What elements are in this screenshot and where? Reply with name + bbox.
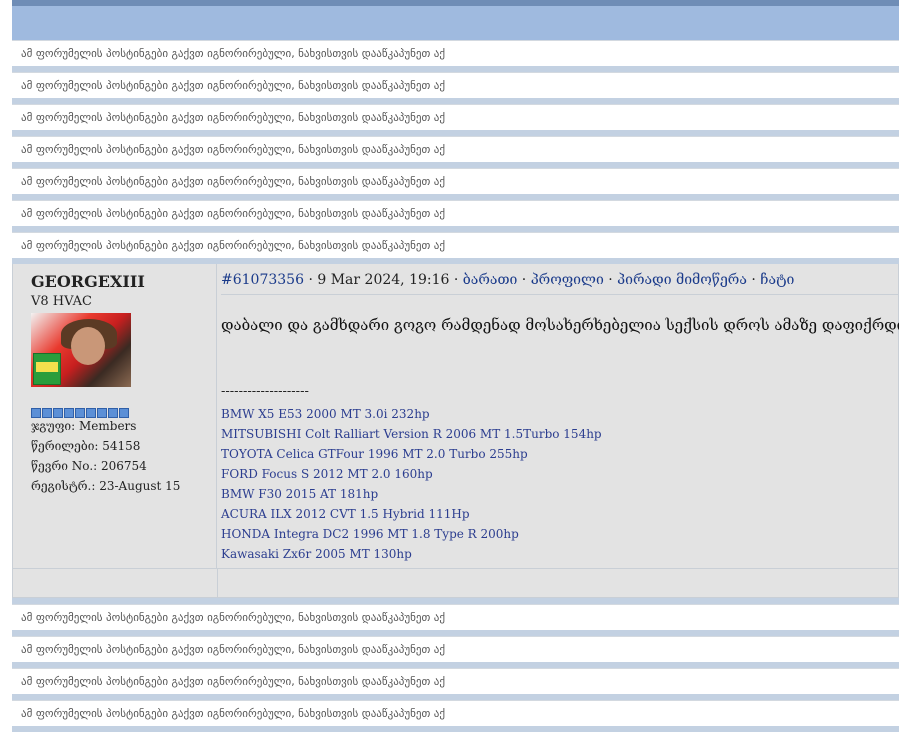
ignored-post-row[interactable]: ამ ფორუმელის პოსტინგები გაქვთ იგნორირებუ… <box>12 72 899 98</box>
post-content: #61073356 · 9 Mar 2024, 19:16 · ბარათი ·… <box>218 264 899 568</box>
ignored-post-row[interactable]: ამ ფორუმელის პოსტინგები გაქვთ იგნორირებუ… <box>12 232 899 258</box>
post-permalink[interactable]: #61073356 <box>221 272 304 288</box>
ignored-post-row[interactable]: ამ ფორუმელის პოსტინგები გაქვთ იგნორირებუ… <box>12 168 899 194</box>
header-separator: · <box>308 272 313 288</box>
ignored-post-row[interactable]: ამ ფორუმელის პოსტინგები გაქვთ იგნორირებუ… <box>12 700 899 726</box>
signature-item: BMW X5 E53 2000 MT 3.0i 232hp <box>221 407 430 421</box>
signature-item: Kawasaki Zx6r 2005 MT 130hp <box>221 547 412 561</box>
footer-divider <box>217 569 218 597</box>
author-registered: რეგისტრ.: 23-August 15 <box>31 479 181 493</box>
header-separator: · <box>751 272 756 288</box>
rank-pip <box>86 408 96 418</box>
avatar <box>31 313 131 387</box>
post-body: დაბალი და გამხდარი გოგო რამდენად მოსახერ… <box>221 316 899 334</box>
author-group: ჯგუფი: Members <box>31 419 137 433</box>
post-header: #61073356 · 9 Mar 2024, 19:16 · ბარათი ·… <box>221 272 898 295</box>
signature-item: TOYOTA Celica GTFour 1996 MT 2.0 Turbo 2… <box>221 447 528 461</box>
post-footer <box>12 568 899 598</box>
post-separator <box>12 726 899 732</box>
signature: BMW X5 E53 2000 MT 3.0i 232hp MITSUBISHI… <box>221 404 602 564</box>
rank-pip <box>75 408 85 418</box>
header-separator: · <box>608 272 613 288</box>
header-separator: · <box>453 272 459 288</box>
signature-item: MITSUBISHI Colt Ralliart Version R 2006 … <box>221 427 602 441</box>
private-message-link[interactable]: პირადი მიმოწერა <box>617 272 747 288</box>
signature-item: FORD Focus S 2012 MT 2.0 160hp <box>221 467 433 481</box>
avatar-detergent-box <box>33 353 61 385</box>
ignored-post-row[interactable]: ამ ფორუმელის პოსტინგები გაქვთ იგნორირებუ… <box>12 104 899 130</box>
author-panel: GEORGEXIII V8 HVAC ჯგუფი: Members წერილე… <box>13 264 217 568</box>
rank-pip <box>31 408 41 418</box>
signature-item: HONDA Integra DC2 1996 MT 1.8 Type R 200… <box>221 527 519 541</box>
ignored-post-row[interactable]: ამ ფორუმელის პოსტინგები გაქვთ იგნორირებუ… <box>12 136 899 162</box>
rank-pip <box>53 408 63 418</box>
rank-pip <box>97 408 107 418</box>
signature-divider: -------------------- <box>221 384 309 399</box>
rank-pips <box>31 408 129 418</box>
ignored-post-row[interactable]: ამ ფორუმელის პოსტინგები გაქვთ იგნორირებუ… <box>12 40 899 66</box>
signature-item: ACURA ILX 2012 CVT 1.5 Hybrid 111Hp <box>221 507 470 521</box>
author-post-count: წერილები: 54158 <box>31 439 141 453</box>
topic-header-bar <box>12 6 899 40</box>
ignored-post-row[interactable]: ამ ფორუმელის პოსტინგები გაქვთ იგნორირებუ… <box>12 200 899 226</box>
ignored-post-row[interactable]: ამ ფორუმელის პოსტინგები გაქვთ იგნორირებუ… <box>12 636 899 662</box>
post-date: 9 Mar 2024, 19:16 <box>317 272 450 288</box>
ignored-post-row[interactable]: ამ ფორუმელის პოსტინგები გაქვთ იგნორირებუ… <box>12 668 899 694</box>
rank-pip <box>108 408 118 418</box>
author-name[interactable]: GEORGEXIII <box>31 272 145 291</box>
avatar-face <box>71 327 105 365</box>
chat-link[interactable]: ჩატი <box>760 272 794 288</box>
card-link[interactable]: ბარათი <box>463 272 518 288</box>
header-separator: · <box>521 272 527 288</box>
author-title: V8 HVAC <box>31 294 92 309</box>
forum-post: GEORGEXIII V8 HVAC ჯგუფი: Members წერილე… <box>12 264 899 568</box>
signature-item: BMW F30 2015 AT 181hp <box>221 487 379 501</box>
ignored-post-row[interactable]: ამ ფორუმელის პოსტინგები გაქვთ იგნორირებუ… <box>12 604 899 630</box>
rank-pip <box>64 408 74 418</box>
rank-pip <box>119 408 129 418</box>
author-member-number: წევრი No.: 206754 <box>31 459 147 473</box>
rank-pip <box>42 408 52 418</box>
profile-link[interactable]: პროფილი <box>531 272 604 288</box>
